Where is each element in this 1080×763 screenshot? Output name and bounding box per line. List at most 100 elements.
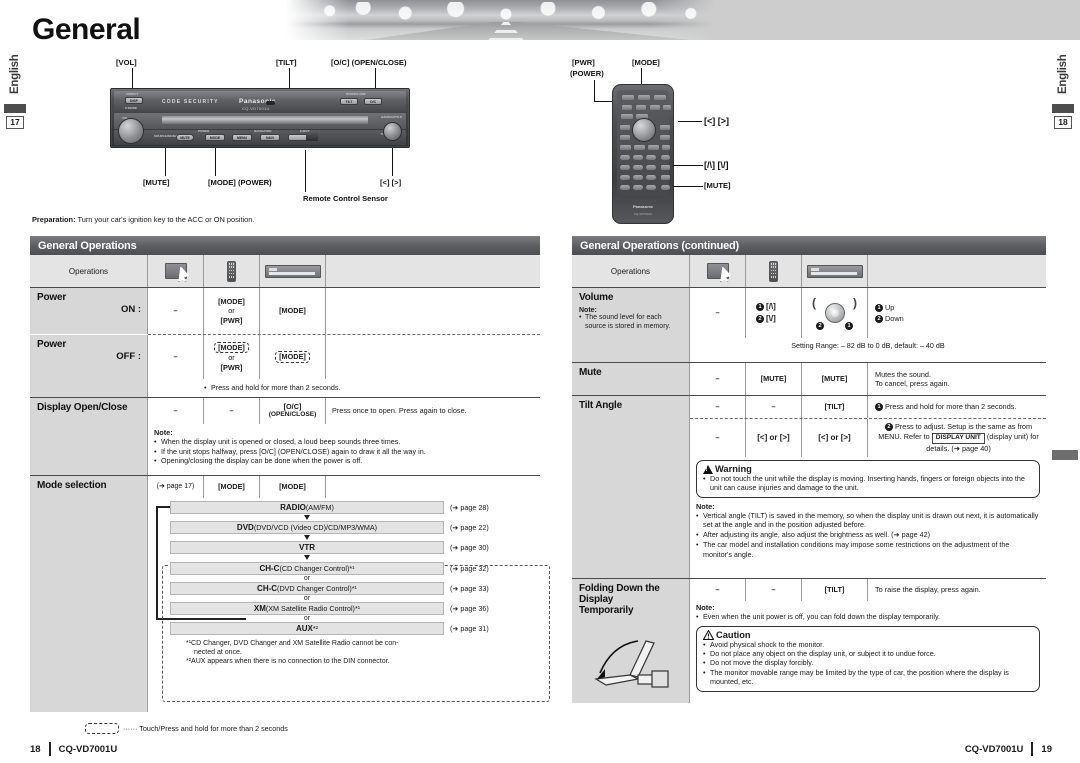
- display-unit-menu-box[interactable]: DISPLAY UNIT: [931, 432, 985, 444]
- mode-flow-diagram: RADIO (AM/FM) (➜ page 28) DVD (DVD/VCD (…: [148, 498, 550, 712]
- remote-num-9[interactable]: [646, 175, 656, 180]
- remote-control-icon: [204, 255, 260, 287]
- volume-range: Setting Range: – 82 dB to 0 dB, default:…: [791, 341, 945, 350]
- page-title: General: [32, 13, 141, 46]
- remote-button-13[interactable]: [660, 135, 670, 140]
- mode-selection-title: Mode selection: [37, 480, 107, 491]
- remote-button-3[interactable]: [654, 95, 666, 100]
- open-close-small-label: OPEN/CLOSE: [346, 92, 366, 96]
- enter-knob[interactable]: [383, 122, 402, 141]
- flow-or-3: or: [303, 615, 311, 622]
- eject-button[interactable]: [288, 134, 308, 141]
- tilt-note-head: Note:: [696, 501, 715, 511]
- remote-button-15[interactable]: [634, 145, 645, 150]
- remote-num-8[interactable]: [633, 175, 643, 180]
- flow-item-aux[interactable]: AUX *²: [170, 622, 444, 635]
- head-unit-illustration: ASPECT DISP P-MODE CODE SECURITY Panason…: [110, 88, 410, 148]
- menu-button[interactable]: MENU: [232, 134, 252, 141]
- footer-left: 18 CQ-VD7001U: [30, 742, 117, 756]
- warning-item-1: Do not touch the unit while the display …: [703, 474, 1033, 493]
- volume-desc-up: Up: [885, 302, 895, 312]
- remote-button-18[interactable]: [661, 155, 670, 160]
- remote-button-19[interactable]: [620, 185, 630, 190]
- row-label-folding-down: Folding Down the Display Temporarily: [572, 579, 690, 703]
- remote-vol-down-button[interactable]: [661, 175, 670, 180]
- callout-pwr: [PWR]: [572, 58, 595, 67]
- mute-unit: [MUTE]: [802, 363, 868, 395]
- tilt-button[interactable]: TILT: [340, 98, 358, 105]
- legend-dashed-key: ······ Touch/Press and hold for more tha…: [85, 723, 288, 734]
- remote-button-16[interactable]: [648, 145, 659, 150]
- flow-item-chc-dvd[interactable]: CH-C (DVD Changer Control)*¹: [170, 582, 444, 595]
- flow-page-vtr: (➜ page 30): [450, 543, 489, 552]
- flow-item-dvd[interactable]: DVD (DVD/VCD (Video CD)/CD/MP3/WMA): [170, 521, 444, 534]
- caution-item-1: Avoid physical shock to the monitor.: [703, 640, 1033, 650]
- remote-num-4[interactable]: [620, 165, 630, 170]
- left-col-description: [326, 255, 540, 287]
- unit-model-number: CQ-VD7001U: [242, 106, 270, 111]
- remote-button-8[interactable]: [621, 114, 633, 119]
- tilt-note-1: Vertical angle (TILT) is saved in the me…: [696, 511, 1040, 530]
- remote-num-5[interactable]: [633, 165, 643, 170]
- remote-num-0[interactable]: [633, 185, 643, 190]
- disp-button[interactable]: DISP: [125, 97, 143, 104]
- row-label-mute: Mute: [572, 363, 690, 395]
- language-label-left: English: [9, 54, 21, 94]
- volume-title: Volume: [579, 292, 614, 303]
- remote-pwr-button[interactable]: [622, 95, 634, 100]
- remote-num-2[interactable]: [633, 155, 643, 160]
- oc-button[interactable]: O/C: [364, 98, 382, 105]
- remote-button-14[interactable]: [620, 145, 631, 150]
- remote-button-5[interactable]: [636, 105, 646, 110]
- remote-num-7[interactable]: [620, 175, 630, 180]
- folding-title-2: Display: [579, 594, 614, 605]
- flow-item-chc-cd[interactable]: CH-C (CD Changer Control)*¹: [170, 562, 444, 575]
- volume-note-head: Note:: [579, 307, 597, 314]
- remote-button-12[interactable]: [620, 135, 630, 140]
- mode-button[interactable]: MODE: [205, 134, 225, 141]
- fold-down-monitor-icon: [586, 635, 680, 693]
- table-row-power-off: Power OFF : – [MODE] or [PWR] [MODE] Pr: [30, 335, 540, 397]
- callout-mode-remote: [MODE]: [632, 58, 660, 67]
- flow-arrow-1: [304, 515, 310, 520]
- mute-button[interactable]: MUTE: [176, 134, 194, 141]
- tilt-r2-touch: –: [690, 419, 746, 457]
- navi-button[interactable]: NAVI: [260, 134, 280, 141]
- flow-item-vtr[interactable]: VTR: [170, 541, 444, 554]
- head-unit-icon-right: [802, 255, 868, 287]
- power-on-title: Power: [37, 292, 67, 303]
- mode-selection-unit: [MODE]: [260, 476, 326, 498]
- remote-num-1[interactable]: [620, 155, 630, 160]
- remote-button-17[interactable]: [662, 145, 670, 150]
- remote-button-7[interactable]: [663, 105, 671, 110]
- side-tab-right: English 18: [1052, 48, 1074, 129]
- left-table-header-row: Operations: [30, 255, 540, 288]
- remote-num-6[interactable]: [646, 165, 656, 170]
- remote-num-3[interactable]: [646, 155, 656, 160]
- power-small-label: POWER: [198, 129, 210, 133]
- leader-mode-power: [215, 148, 216, 176]
- tilt-note-3: The car model and installation condition…: [696, 540, 1040, 559]
- display-oc-note-3: Opening/closing the display can be done …: [154, 456, 534, 466]
- leader-vol: [132, 68, 133, 90]
- display-oc-note-1: When the display unit is opened or close…: [154, 437, 534, 447]
- remote-mute-button[interactable]: [661, 185, 670, 190]
- leader-mute: [165, 148, 166, 176]
- remote-button-4[interactable]: [622, 105, 632, 110]
- remote-mode-button[interactable]: [638, 95, 650, 100]
- remote-cursor-pad[interactable]: [632, 118, 656, 142]
- volume-remote-down: [\/]: [766, 314, 776, 323]
- remote-button-20[interactable]: [646, 185, 656, 190]
- remote-vol-up-button[interactable]: [661, 165, 670, 170]
- footer-left-model: CQ-VD7001U: [58, 743, 118, 755]
- flow-item-xm[interactable]: XM (XM Satellite Radio Control)*¹: [170, 602, 444, 615]
- remote-button-11[interactable]: [660, 125, 670, 130]
- right-section-header: General Operations (continued): [572, 236, 1046, 255]
- remote-button-6[interactable]: [650, 105, 660, 110]
- row-label-tilt-angle: Tilt Angle: [572, 396, 690, 578]
- callout-power: (POWER): [570, 69, 604, 78]
- mute-remote: [MUTE]: [746, 363, 802, 395]
- flow-item-radio[interactable]: RADIO (AM/FM): [170, 501, 444, 514]
- remote-button-10[interactable]: [620, 125, 630, 130]
- volume-knob[interactable]: [118, 118, 144, 144]
